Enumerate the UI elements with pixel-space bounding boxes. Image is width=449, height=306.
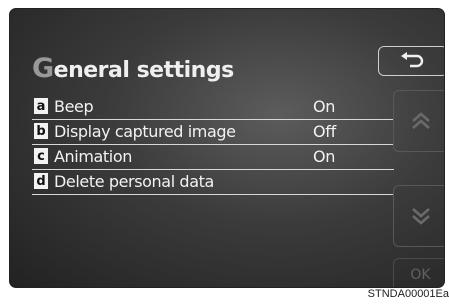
back-button[interactable] (378, 46, 444, 76)
setting-label: Animation (54, 147, 132, 166)
scroll-down-button[interactable] (393, 185, 444, 247)
setting-label: Beep (54, 97, 94, 116)
page-title-first-letter: G (32, 53, 54, 84)
double-chevron-down-icon (411, 208, 430, 225)
setting-row-beep[interactable]: a Beep On (32, 95, 394, 120)
item-letter-badge: c (34, 148, 48, 164)
return-arrow-icon (401, 52, 424, 68)
setting-row-display-captured-image[interactable]: b Display captured image Off (32, 120, 394, 145)
screen-frame: General settings a Beep On b Display cap… (9, 8, 445, 288)
double-chevron-up-icon (411, 112, 430, 129)
setting-label: Display captured image (54, 122, 236, 141)
item-letter-badge: d (34, 173, 48, 189)
item-letter-badge: b (34, 123, 48, 139)
page-title: General settings (32, 53, 234, 84)
ok-button[interactable]: OK (393, 258, 444, 287)
setting-label: Delete personal data (54, 172, 214, 191)
setting-value: On (313, 97, 336, 116)
setting-value: Off (313, 122, 336, 141)
scroll-up-button[interactable] (393, 90, 444, 152)
setting-row-animation[interactable]: c Animation On (32, 145, 394, 170)
item-letter-badge: a (34, 98, 48, 114)
settings-list: a Beep On b Display captured image Off c… (32, 95, 394, 195)
page-title-rest: eneral settings (53, 58, 235, 83)
figure-code: STNDA00001Ea (367, 288, 449, 300)
setting-value: On (313, 147, 336, 166)
setting-row-delete-personal-data[interactable]: d Delete personal data (32, 170, 394, 195)
